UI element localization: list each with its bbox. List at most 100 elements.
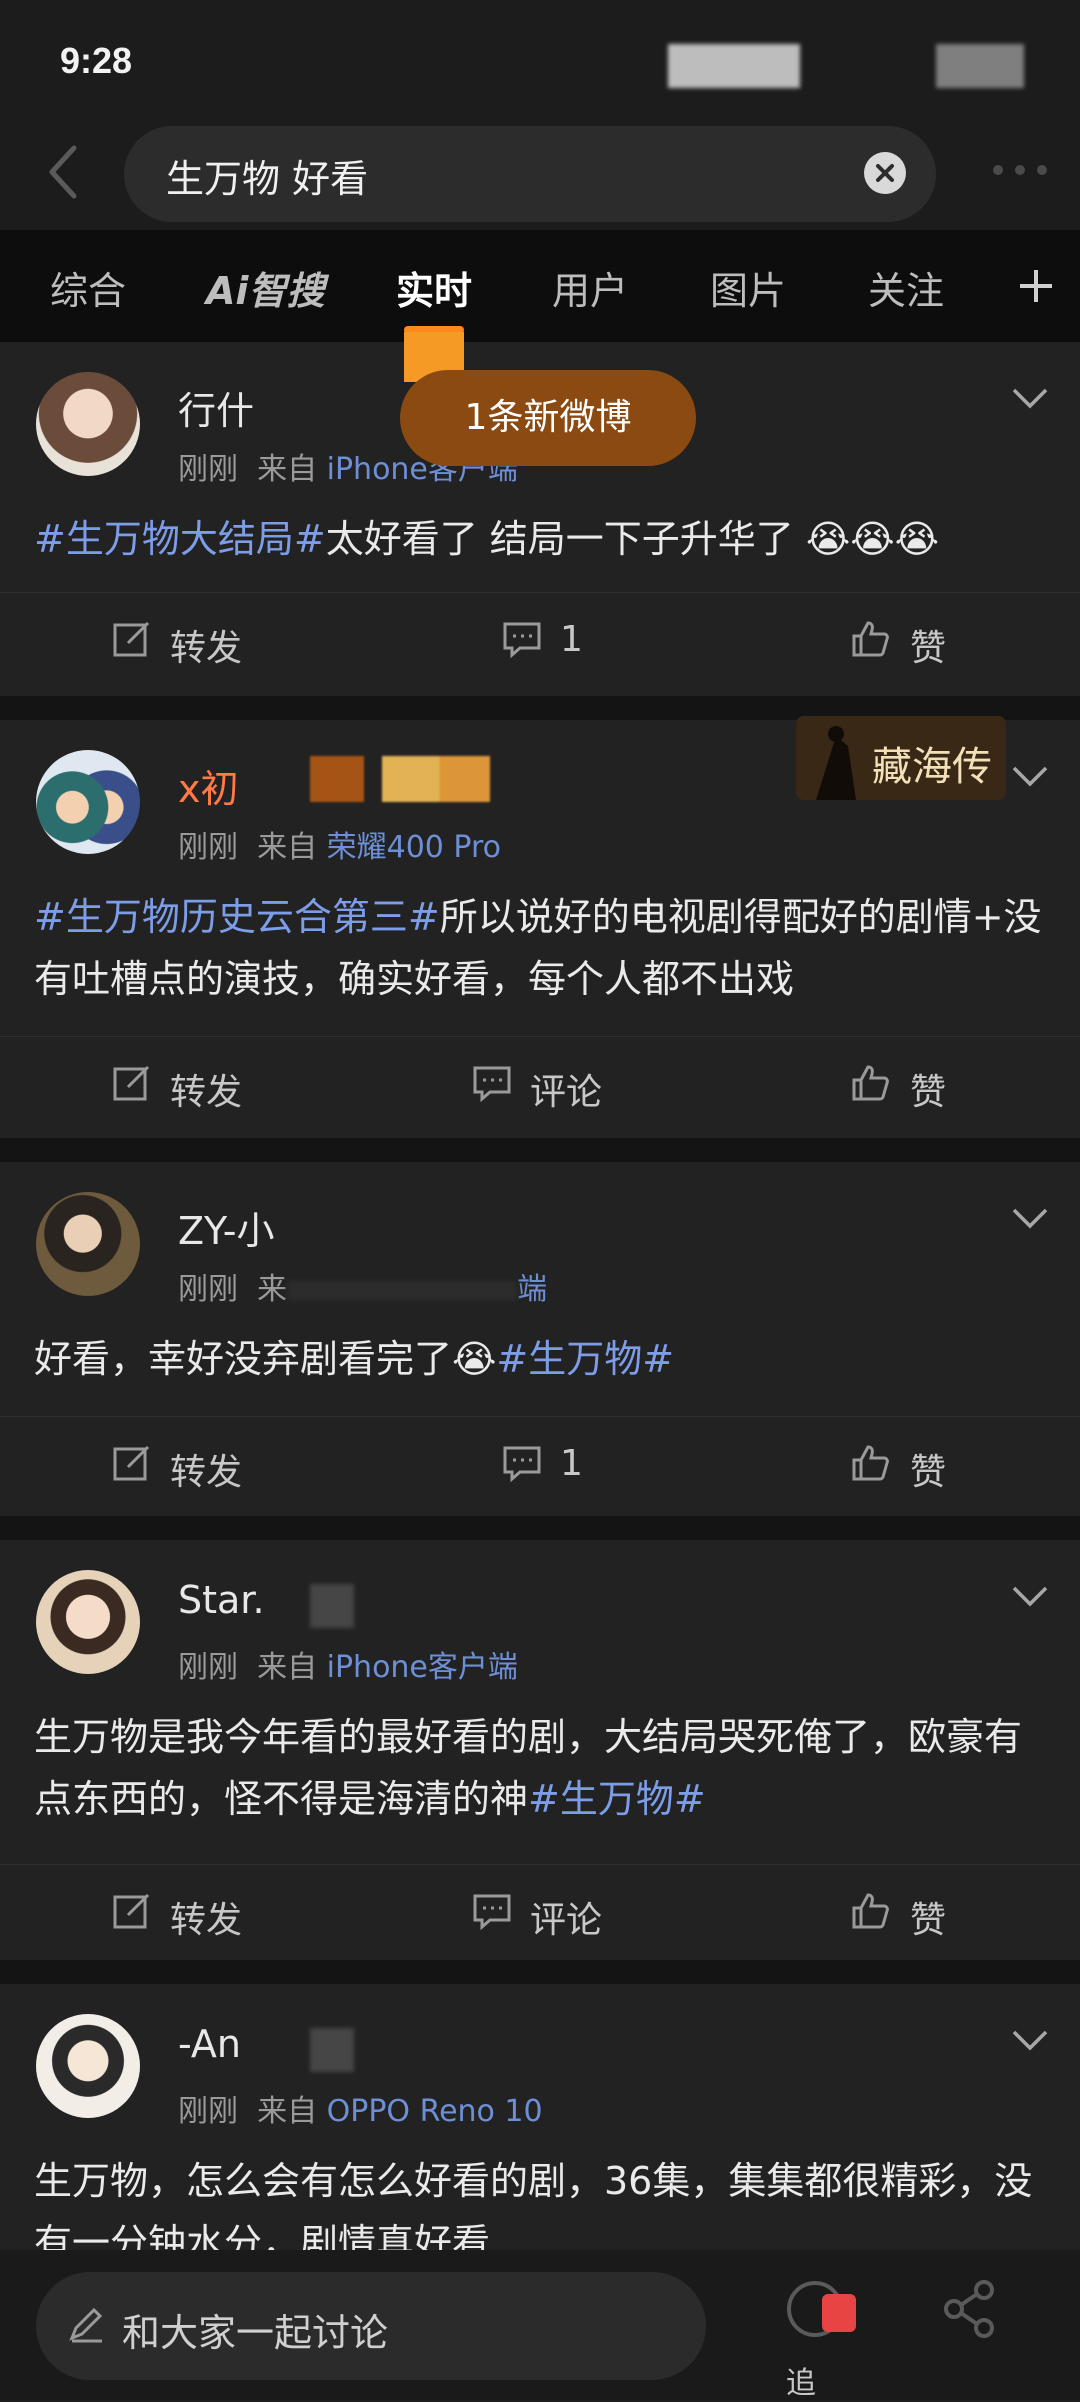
search-header: 生万物 好看 — [0, 120, 1080, 230]
tab-images[interactable]: 图片 — [710, 260, 786, 315]
like-icon[interactable] — [850, 619, 890, 659]
comment-icon[interactable] — [502, 1443, 542, 1483]
username[interactable]: 行什 — [178, 380, 254, 435]
add-tab-icon[interactable] — [1016, 266, 1056, 306]
avatar[interactable] — [36, 2014, 140, 2118]
username[interactable]: Star. — [178, 1578, 265, 1622]
ai-badge: Ai — [206, 269, 249, 313]
post-meta: 刚刚 来自 OPPO Reno 10 — [178, 2086, 543, 2130]
avatar[interactable] — [36, 372, 140, 476]
post-actions: 转发 1 赞 — [0, 592, 1080, 689]
comment-label[interactable]: 评论 — [530, 1063, 602, 1115]
tab-realtime[interactable]: 实时 — [396, 260, 472, 315]
share-icon[interactable] — [938, 2276, 1004, 2342]
source-device[interactable]: 荣耀400 Pro — [327, 830, 501, 865]
username[interactable]: ZY-小 — [178, 1200, 274, 1255]
post-text: 生万物，怎么会有怎么好看的剧，36集，集集都很精彩，没有一分钟水分，剧情真好看 — [34, 2159, 1033, 2250]
clear-search-button[interactable] — [864, 152, 906, 194]
chevron-down-icon[interactable] — [1010, 2028, 1050, 2052]
username-blur — [310, 756, 490, 802]
post-meta: 刚刚 来自 iPhone客户端 — [178, 1642, 518, 1686]
tab-users[interactable]: 用户 — [552, 260, 628, 315]
comment-icon[interactable] — [472, 1063, 512, 1103]
like-label[interactable]: 赞 — [910, 1891, 946, 1943]
tab-ai-search-label: 智搜 — [248, 269, 325, 313]
source-device[interactable]: OPPO Reno 10 — [327, 2094, 543, 2129]
repost-icon[interactable] — [112, 1891, 152, 1931]
repost-label[interactable]: 转发 — [170, 619, 242, 671]
comment-count[interactable]: 1 — [560, 619, 583, 660]
username[interactable]: x初 — [178, 758, 239, 813]
divider — [0, 1960, 1080, 1984]
discussion-input[interactable]: 和大家一起讨论 — [36, 2272, 706, 2380]
chevron-down-icon[interactable] — [1010, 386, 1050, 410]
post-time: 刚刚 — [178, 1272, 238, 1307]
drama-banner[interactable]: 藏海传 — [796, 716, 1006, 800]
source-prefix: 来自 — [257, 1650, 318, 1685]
follow-label[interactable]: 追 — [786, 2358, 816, 2402]
like-icon[interactable] — [850, 1063, 890, 1103]
post-content: 好看，幸好没弃剧看完了😭#生万物# — [34, 1328, 1044, 1390]
source-prefix: 来 — [257, 1272, 288, 1307]
avatar[interactable] — [36, 1192, 140, 1296]
more-options-icon[interactable] — [990, 160, 1050, 180]
chevron-down-icon[interactable] — [1010, 764, 1050, 788]
source-device[interactable]: 端 — [517, 1272, 547, 1307]
post-content: #生万物历史云合第三#所以说好的电视剧得配好的剧情+没有吐槽点的演技，确实好看，… — [34, 886, 1044, 1010]
like-icon[interactable] — [850, 1891, 890, 1931]
username-blur — [310, 2028, 354, 2072]
repost-label[interactable]: 转发 — [170, 1891, 242, 1943]
comment-icon[interactable] — [502, 619, 542, 659]
source-device[interactable]: iPhone客户端 — [327, 1650, 518, 1685]
status-time: 9:28 — [60, 40, 133, 81]
back-arrow-icon[interactable] — [44, 142, 84, 202]
hashtag[interactable]: #生万物# — [496, 1337, 674, 1381]
discussion-placeholder: 和大家一起讨论 — [122, 2311, 389, 2355]
tab-comprehensive[interactable]: 综合 — [50, 260, 126, 315]
banner-title: 藏海传 — [872, 744, 992, 790]
tab-ai-search[interactable]: Ai智搜 — [206, 260, 324, 315]
like-icon[interactable] — [850, 1443, 890, 1483]
tab-following[interactable]: 关注 — [868, 260, 944, 315]
post-actions: 转发 评论 赞 — [0, 1864, 1080, 1961]
post-text: 好看，幸好没弃剧看完了😭 — [34, 1337, 497, 1381]
chevron-down-icon[interactable] — [1010, 1206, 1050, 1230]
repost-label[interactable]: 转发 — [170, 1063, 242, 1115]
hashtag[interactable]: #生万物历史云合第三# — [34, 895, 440, 939]
post-meta: 刚刚 来自 荣耀400 Pro — [178, 822, 501, 866]
repost-icon[interactable] — [112, 1063, 152, 1103]
like-label[interactable]: 赞 — [910, 1063, 946, 1115]
post-card[interactable]: ZY-小 刚刚 来 端 好看，幸好没弃剧看完了😭#生万物# 转发 1 赞 — [0, 1162, 1080, 1516]
like-label[interactable]: 赞 — [910, 1443, 946, 1495]
post-meta: 刚刚 来 端 — [178, 1264, 547, 1308]
post-card[interactable]: Star. 刚刚 来自 iPhone客户端 生万物是我今年看的最好看的剧，大结局… — [0, 1540, 1080, 1960]
source-prefix: 来自 — [257, 452, 318, 487]
divider — [0, 1138, 1080, 1162]
hashtag[interactable]: #生万物# — [528, 1777, 706, 1821]
new-posts-toast[interactable]: 1条新微博 — [400, 370, 696, 466]
post-content: #生万物大结局#太好看了 结局一下子升华了 😭😭😭 — [34, 508, 1044, 570]
post-card[interactable]: -An 刚刚 来自 OPPO Reno 10 生万物，怎么会有怎么好看的剧，36… — [0, 1984, 1080, 2250]
repost-icon[interactable] — [112, 619, 152, 659]
status-bar: 9:28 — [0, 0, 1080, 120]
avatar[interactable] — [36, 750, 140, 854]
username[interactable]: -An — [178, 2022, 241, 2066]
username-blur — [310, 1584, 354, 1628]
chevron-down-icon[interactable] — [1010, 1584, 1050, 1608]
repost-icon[interactable] — [112, 1443, 152, 1483]
avatar[interactable] — [36, 1570, 140, 1674]
comment-label[interactable]: 评论 — [530, 1891, 602, 1943]
bottom-bar: 和大家一起讨论 追 — [0, 2250, 1080, 2402]
source-prefix: 来自 — [257, 830, 318, 865]
like-label[interactable]: 赞 — [910, 619, 946, 671]
source-prefix: 来自 — [257, 2094, 318, 2129]
notification-badge — [822, 2294, 856, 2332]
post-text: 太好看了 结局一下子升华了 😭😭😭 — [325, 517, 940, 561]
search-input[interactable]: 生万物 好看 — [124, 126, 936, 222]
pen-icon — [69, 2307, 103, 2343]
repost-label[interactable]: 转发 — [170, 1443, 242, 1495]
hashtag[interactable]: #生万物大结局# — [34, 517, 326, 561]
search-tabs: 综合 Ai智搜 实时 用户 图片 关注 — [0, 230, 1080, 342]
comment-count[interactable]: 1 — [560, 1443, 583, 1484]
comment-icon[interactable] — [472, 1891, 512, 1931]
